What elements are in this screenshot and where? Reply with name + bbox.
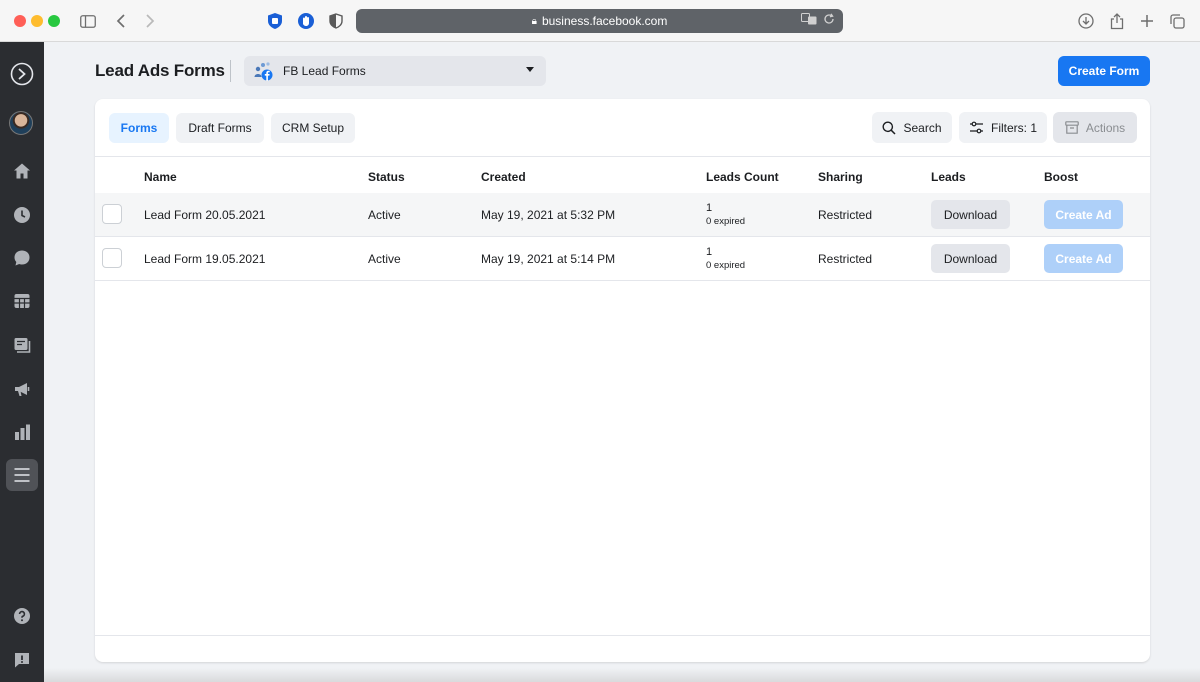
form-status: Active — [368, 208, 401, 222]
feedback-icon[interactable] — [6, 644, 38, 676]
tab-draft-forms[interactable]: Draft Forms — [176, 113, 264, 143]
megaphone-icon[interactable] — [6, 373, 38, 405]
actions-label: Actions — [1085, 120, 1126, 135]
tab-crm-setup[interactable]: CRM Setup — [271, 113, 355, 143]
account-name: FB Lead Forms — [283, 64, 366, 78]
menu-icon[interactable] — [6, 459, 38, 491]
filters-button[interactable]: Filters: 1 — [959, 112, 1047, 143]
actions-button[interactable]: Actions — [1053, 112, 1137, 143]
form-status: Active — [368, 252, 401, 266]
download-button[interactable]: Download — [931, 200, 1010, 229]
sidebar-toggle-icon[interactable] — [78, 11, 98, 31]
form-created: May 19, 2021 at 5:14 PM — [481, 252, 616, 266]
tab-forms[interactable]: Forms — [109, 113, 169, 143]
row-checkbox[interactable] — [102, 248, 122, 268]
row-checkbox[interactable] — [102, 204, 122, 224]
form-name[interactable]: Lead Form 19.05.2021 — [144, 252, 265, 266]
archive-icon — [1065, 121, 1079, 134]
browser-toolbar: 🔒︎ business.facebook.com — [0, 0, 1200, 42]
filters-label: Filters: 1 — [990, 120, 1037, 135]
create-ad-button[interactable]: Create Ad — [1044, 244, 1123, 273]
column-header-leads[interactable]: Leads — [931, 170, 966, 184]
translate-icon[interactable] — [801, 13, 817, 28]
create-ad-button[interactable]: Create Ad — [1044, 200, 1123, 229]
help-icon[interactable] — [6, 600, 38, 632]
column-header-created[interactable]: Created — [481, 170, 526, 184]
chevron-down-icon — [526, 67, 534, 72]
column-header-boost[interactable]: Boost — [1044, 170, 1078, 184]
leads-expired: 0 expired — [706, 260, 746, 271]
toolbar-divider — [95, 156, 1150, 157]
download-button[interactable]: Download — [931, 244, 1010, 273]
column-header-leads-count[interactable]: Leads Count — [706, 170, 779, 184]
forms-card: Forms Draft Forms CRM Setup Search Filte… — [95, 99, 1150, 662]
leads-count: 1 — [706, 202, 713, 214]
form-sharing: Restricted — [818, 208, 873, 222]
clock-icon[interactable] — [6, 199, 38, 231]
privacy-extension-icon[interactable] — [296, 11, 316, 31]
avatar[interactable] — [9, 111, 33, 135]
bar-chart-icon[interactable] — [6, 416, 38, 448]
url-text: business.facebook.com — [541, 14, 668, 28]
window-bottom-edge — [44, 668, 1200, 682]
column-header-name[interactable]: Name — [144, 170, 177, 184]
search-button[interactable]: Search — [872, 112, 952, 143]
zoom-window-button[interactable] — [48, 15, 60, 27]
back-icon[interactable] — [111, 11, 131, 31]
pages-icon[interactable] — [6, 329, 38, 361]
address-bar[interactable]: 🔒︎ business.facebook.com — [356, 9, 843, 33]
forward-icon[interactable] — [140, 11, 160, 31]
grid-icon[interactable] — [6, 285, 38, 317]
form-sharing: Restricted — [818, 252, 873, 266]
column-header-sharing[interactable]: Sharing — [818, 170, 863, 184]
account-selector[interactable]: FB Lead Forms — [244, 56, 546, 86]
search-icon — [882, 121, 897, 135]
home-icon[interactable] — [6, 155, 38, 187]
leads-count: 1 — [706, 246, 713, 258]
table-row[interactable]: Lead Form 19.05.2021 Active May 19, 2021… — [95, 237, 1150, 281]
new-tab-icon[interactable] — [1137, 11, 1157, 31]
close-window-button[interactable] — [14, 15, 26, 27]
search-label: Search — [903, 120, 942, 135]
title-divider — [230, 60, 231, 82]
table-row[interactable]: Lead Form 20.05.2021 Active May 19, 2021… — [95, 193, 1150, 237]
reload-icon[interactable] — [823, 13, 835, 28]
tab-overview-icon[interactable] — [1167, 11, 1187, 31]
chat-icon[interactable] — [6, 242, 38, 274]
card-footer-divider — [95, 635, 1150, 636]
left-nav-rail — [0, 42, 44, 682]
shield-icon[interactable] — [326, 11, 346, 31]
minimize-window-button[interactable] — [31, 15, 43, 27]
create-form-button[interactable]: Create Form — [1058, 56, 1150, 86]
form-created: May 19, 2021 at 5:32 PM — [481, 208, 616, 222]
lock-icon: 🔒︎ — [531, 15, 537, 27]
downloads-icon[interactable] — [1076, 11, 1096, 31]
form-name[interactable]: Lead Form 20.05.2021 — [144, 208, 265, 222]
share-icon[interactable] — [1107, 11, 1127, 31]
sliders-icon — [969, 121, 983, 134]
password-manager-icon[interactable] — [265, 11, 285, 31]
meta-logo-icon[interactable] — [6, 58, 38, 90]
page-avatar-icon — [252, 60, 274, 82]
leads-expired: 0 expired — [706, 216, 746, 227]
page-title: Lead Ads Forms — [95, 61, 225, 80]
column-header-status[interactable]: Status — [368, 170, 405, 184]
